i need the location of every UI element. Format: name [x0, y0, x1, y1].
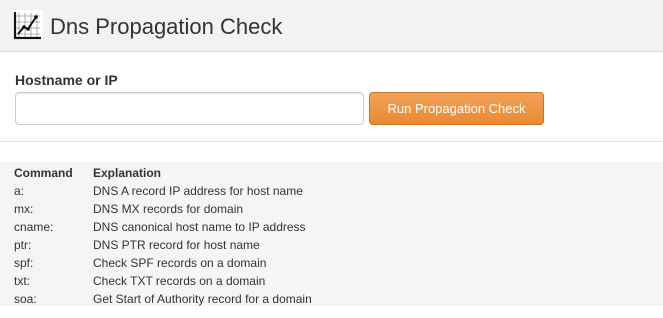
table-row: txt: Check TXT records on a domain [14, 272, 312, 290]
page-title: Dns Propagation Check [50, 14, 283, 39]
table-header-row: Command Explanation [14, 164, 312, 182]
line-chart-icon [13, 10, 43, 40]
explanation-cell: DNS A record IP address for host name [93, 184, 303, 198]
table-row: spf: Check SPF records on a domain [14, 254, 312, 272]
command-table: Command Explanation a: DNS A record IP a… [14, 164, 312, 308]
command-cell: txt: [14, 274, 31, 288]
explanation-cell: Check SPF records on a domain [93, 256, 267, 270]
command-cell: a: [14, 184, 25, 198]
table-row: ptr: DNS PTR record for host name [14, 236, 312, 254]
command-cell: soa: [14, 292, 37, 306]
explanation-cell: DNS MX records for domain [93, 202, 244, 216]
hostname-label: Hostname or IP [15, 72, 118, 88]
column-header-explanation: Explanation [93, 166, 162, 180]
page-header: Dns Propagation Check [0, 0, 663, 52]
table-row: soa: Get Start of Authority record for a… [14, 290, 312, 308]
explanation-cell: Check TXT records on a domain [93, 274, 266, 288]
explanation-cell: DNS canonical host name to IP address [93, 220, 306, 234]
explanation-cell: Get Start of Authority record for a doma… [93, 292, 312, 306]
explanation-cell: DNS PTR record for host name [93, 238, 260, 252]
table-row: mx: DNS MX records for domain [14, 200, 312, 218]
column-header-command: Command [14, 166, 73, 180]
table-row: a: DNS A record IP address for host name [14, 182, 312, 200]
command-cell: ptr: [14, 238, 32, 252]
command-cell: mx: [14, 202, 34, 216]
table-row: cname: DNS canonical host name to IP add… [14, 218, 312, 236]
hostname-input[interactable] [15, 92, 364, 125]
page: Dns Propagation Check Hostname or IP Run… [0, 0, 663, 318]
lookup-form: Hostname or IP Run Propagation Check [0, 52, 663, 142]
command-reference: Command Explanation a: DNS A record IP a… [0, 162, 663, 306]
run-propagation-check-button[interactable]: Run Propagation Check [369, 92, 544, 125]
command-cell: spf: [14, 256, 34, 270]
command-cell: cname: [14, 220, 54, 234]
